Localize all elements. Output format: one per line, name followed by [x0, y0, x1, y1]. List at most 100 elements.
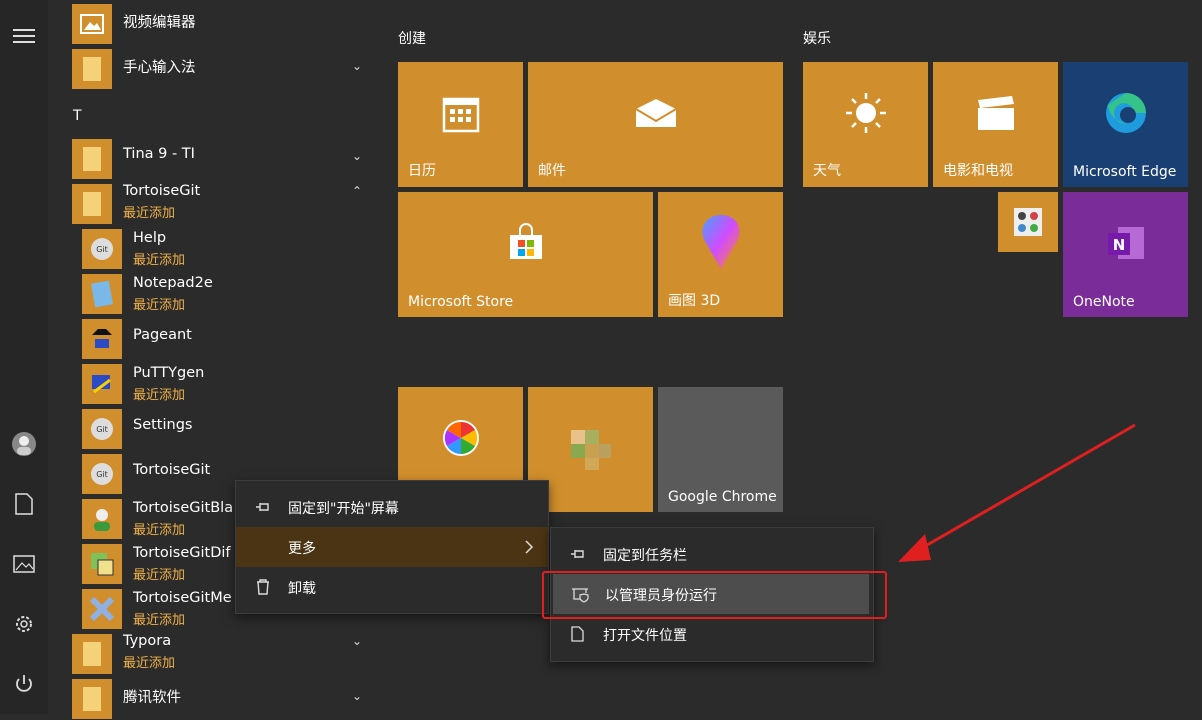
tile-small-app[interactable]	[998, 192, 1058, 252]
app-name: TortoiseGitMe	[133, 590, 232, 606]
power-icon[interactable]	[10, 670, 38, 698]
tile-movies-tv[interactable]: 电影和电视	[933, 62, 1058, 187]
tortoisegit-icon: Git	[82, 454, 122, 494]
chevron-down-icon[interactable]: ⌄	[352, 59, 362, 73]
menu-item-uninstall[interactable]: 卸载	[236, 567, 548, 607]
chevron-down-icon[interactable]: ⌄	[352, 149, 362, 163]
recent-label: 最近添加	[123, 656, 176, 671]
menu-item-open-location[interactable]: 打开文件位置	[551, 614, 873, 654]
menu-item-label: 固定到"开始"屏幕	[288, 501, 399, 517]
group-letter[interactable]: T	[73, 108, 82, 124]
recent-label: 最近添加	[133, 298, 186, 313]
pictures-icon[interactable]	[10, 550, 38, 578]
red-arrow-annotation	[898, 423, 1136, 562]
svg-text:Git: Git	[96, 245, 108, 254]
settings-gear-icon[interactable]	[10, 610, 38, 638]
highlight-box	[542, 571, 887, 619]
recent-label: 最近添加	[133, 568, 186, 583]
app-item-puttygen[interactable]: PuTTYgen 最近添加	[82, 362, 372, 407]
blame-icon	[82, 499, 122, 539]
tile-label: Microsoft Edge	[1073, 164, 1177, 180]
tile-label: 日历	[408, 163, 436, 179]
start-rail	[0, 0, 48, 714]
app-item-typora[interactable]: Typora 最近添加 ⌄	[72, 630, 372, 675]
recent-label: 最近添加	[133, 253, 186, 268]
tile-google-chrome[interactable]: Google Chrome	[658, 387, 783, 512]
photo-icon	[72, 4, 112, 44]
folder-icon	[72, 679, 112, 719]
merge-icon	[82, 589, 122, 629]
app-name: Settings	[133, 417, 193, 433]
folder-icon	[72, 139, 112, 179]
group-title-create[interactable]: 创建	[398, 28, 426, 48]
tile-label: 画图 3D	[668, 293, 721, 309]
tile-label: Microsoft Store	[408, 294, 514, 310]
app-item-tina[interactable]: Tina 9 - TI ⌄	[72, 135, 372, 180]
paint3d-icon	[658, 192, 783, 293]
menu-item-more[interactable]: 更多	[236, 527, 548, 567]
documents-icon[interactable]	[10, 490, 38, 518]
app-item-settings[interactable]: Git Settings	[82, 407, 372, 452]
app-name: PuTTYgen	[133, 365, 205, 381]
app-item-tortoisegit-folder[interactable]: TortoiseGit 最近添加 ⌃	[72, 180, 372, 225]
pin-icon	[571, 550, 584, 558]
chevron-down-icon[interactable]: ⌄	[352, 634, 362, 648]
tile-onenote[interactable]: N OneNote	[1063, 192, 1188, 317]
app-name: 手心输入法	[123, 60, 196, 76]
group-title-entertainment[interactable]: 娱乐	[803, 28, 831, 48]
app-icon	[998, 192, 1058, 252]
app-item-notepad2e[interactable]: Notepad2e 最近添加	[82, 272, 372, 317]
app-name: TortoiseGit	[123, 183, 201, 199]
menu-item-pin-taskbar[interactable]: 固定到任务栏	[551, 534, 873, 574]
chevron-up-icon[interactable]: ⌃	[352, 184, 362, 198]
menu-item-label: 打开文件位置	[603, 628, 687, 644]
user-avatar-icon[interactable]	[10, 430, 38, 458]
tortoisegit-icon: Git	[82, 229, 122, 269]
tile-microsoft-edge[interactable]: Microsoft Edge	[1063, 62, 1188, 187]
app-name: TortoiseGitDif	[133, 545, 231, 561]
tile-mail[interactable]: 邮件	[528, 62, 783, 187]
tile-weather[interactable]: 天气	[803, 62, 928, 187]
puttygen-icon	[82, 364, 122, 404]
folder-open-icon	[72, 184, 112, 224]
chevron-right-icon	[525, 540, 534, 554]
tile-microsoft-store[interactable]: Microsoft Store	[398, 192, 653, 317]
recent-label: 最近添加	[133, 388, 186, 403]
app-name: TortoiseGitBla	[133, 500, 234, 516]
mail-icon	[528, 62, 783, 163]
folder-icon	[72, 49, 112, 89]
store-icon	[398, 192, 653, 293]
recent-label: 最近添加	[133, 523, 186, 538]
app-item-help[interactable]: Git Help 最近添加	[82, 227, 372, 272]
calendar-icon	[398, 62, 523, 163]
app-item-pageant[interactable]: Pageant	[82, 317, 372, 362]
idiff-icon	[82, 544, 122, 584]
svg-text:N: N	[1112, 236, 1125, 254]
chevron-down-icon[interactable]: ⌄	[352, 689, 362, 703]
svg-text:Git: Git	[96, 470, 108, 479]
app-name: Help	[133, 230, 167, 246]
context-menu: 固定到"开始"屏幕 更多 卸载	[235, 480, 549, 614]
app-name: Notepad2e	[133, 275, 213, 291]
app-item-tencent[interactable]: 腾讯软件 ⌄	[72, 675, 372, 720]
notepad-icon	[82, 274, 122, 314]
tile-calendar[interactable]: 日历	[398, 62, 523, 187]
recent-label: 最近添加	[133, 613, 186, 628]
menu-item-label: 卸载	[288, 581, 316, 597]
app-name: Typora	[123, 633, 172, 649]
tile-paint3d[interactable]: 画图 3D	[658, 192, 783, 317]
trash-icon	[257, 579, 269, 595]
svg-text:Git: Git	[96, 425, 108, 434]
tile-label: 天气	[813, 163, 841, 179]
menu-item-pin-start[interactable]: 固定到"开始"屏幕	[236, 487, 548, 527]
file-location-icon	[571, 626, 584, 642]
folder-icon	[72, 634, 112, 674]
recent-label: 最近添加	[123, 206, 176, 221]
hamburger-menu-icon[interactable]	[10, 22, 38, 50]
app-name: TortoiseGit	[133, 462, 211, 478]
app-name: Pageant	[133, 327, 192, 343]
app-item-shouxin-ime[interactable]: 手心输入法 ⌄	[72, 45, 372, 90]
edge-icon	[1063, 62, 1188, 163]
app-item-video-editor[interactable]: 视频编辑器	[72, 0, 372, 45]
sun-icon	[803, 62, 928, 163]
